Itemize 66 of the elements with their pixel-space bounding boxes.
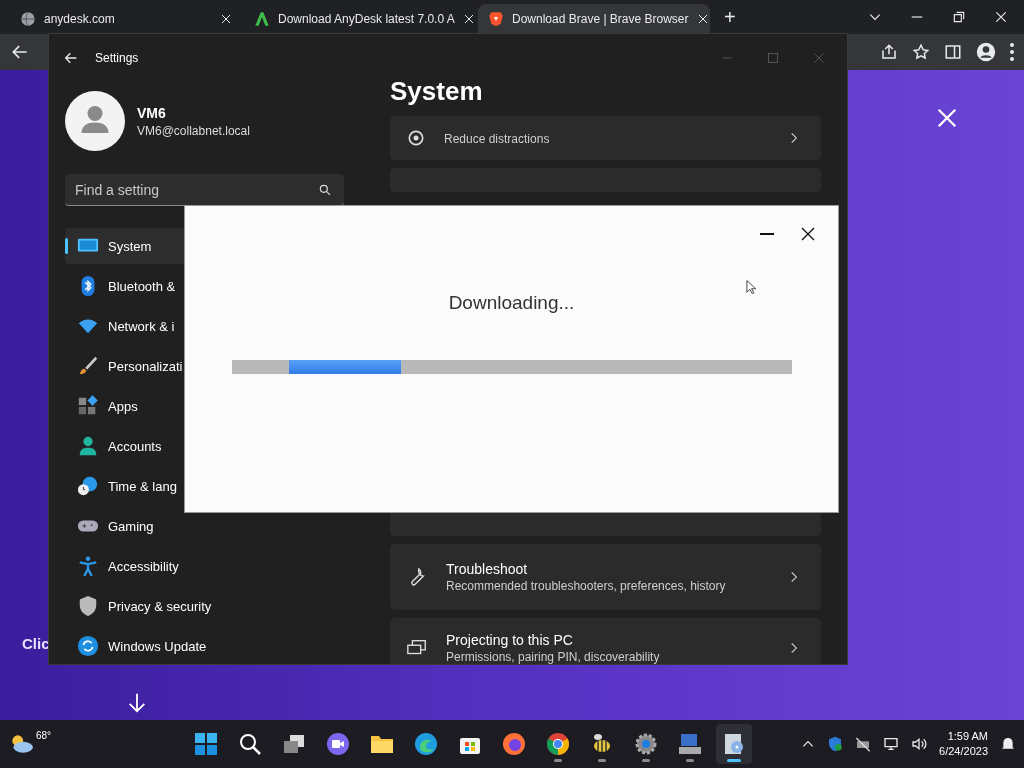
globe-icon [20,11,36,27]
volume-icon [911,736,928,752]
shield-check-icon [827,736,844,752]
brush-icon [77,355,99,377]
person-icon [77,435,99,457]
restore-icon [952,10,966,24]
search-field[interactable]: Find a setting [65,174,344,206]
search-icon [318,183,332,197]
clock-time: 1:59 AM [947,729,988,744]
notification-icon [1000,736,1016,752]
taskbar-app[interactable] [716,724,752,764]
side-panel-icon [944,43,962,61]
search-icon [238,732,262,756]
nav-item[interactable]: Accessibility [65,548,345,584]
network-disconnected-icon [855,736,872,752]
globe-clock-icon [77,475,99,497]
nav-item[interactable]: Windows Update [65,628,345,664]
share-icon [880,43,898,61]
close-icon [813,52,825,64]
more-menu-icon [1010,43,1014,61]
maximize-icon [767,52,779,64]
close-icon [936,107,958,129]
settings-card[interactable]: Projecting to this PC Permissions, pairing PIN, discoverability [390,618,821,664]
close-icon [462,13,475,25]
browser-tab[interactable]: Download Brave | Brave Browser [478,4,710,34]
anydesk-logo-icon [254,11,270,27]
update-icon [77,635,99,657]
installer-icon [722,732,746,756]
window-title: Settings [95,51,139,65]
temperature: 68° [36,729,52,741]
accessibility-icon [77,555,99,577]
close-icon [220,13,232,25]
nav-item[interactable]: Privacy & security [65,588,345,624]
clock-date: 6/24/2023 [939,744,988,759]
user-email: VM6@collabnet.local [137,123,250,138]
focus-icon [406,128,426,148]
settings-card[interactable]: Troubleshoot Recommended troubleshooters, preferences, history [390,544,821,610]
chrome-icon [546,732,570,756]
edge-icon [414,732,438,756]
windows-logo-icon [194,732,218,756]
new-tab-button[interactable]: + [718,4,742,30]
task-view-icon [282,732,306,756]
user-name: VM6 [137,104,167,121]
close-icon [696,13,709,25]
profile-icon [976,42,996,62]
status-message: Downloading... [448,292,575,314]
computer-icon [678,732,702,756]
lion-shield-icon [488,11,504,27]
page-text: Clic [22,635,50,652]
video-chat-icon [326,732,350,756]
down-arrow-icon [126,692,148,714]
page-title: System [390,76,484,108]
close-icon [800,226,816,242]
browser-tab[interactable]: Download AnyDesk latest 7.0.0 A [244,4,476,34]
minimize-icon [760,233,774,235]
shield-icon [77,595,99,617]
mouse-pointer-icon [744,280,758,294]
gear-icon [634,732,658,756]
settings-card[interactable]: Reduce distractions [390,116,821,160]
close-icon [994,10,1008,24]
close-button[interactable] [800,226,816,242]
display-icon [883,736,900,752]
back-arrow-icon [63,50,79,66]
apps-icon [77,395,99,417]
firefox-icon [502,732,526,756]
star-icon [912,43,930,61]
